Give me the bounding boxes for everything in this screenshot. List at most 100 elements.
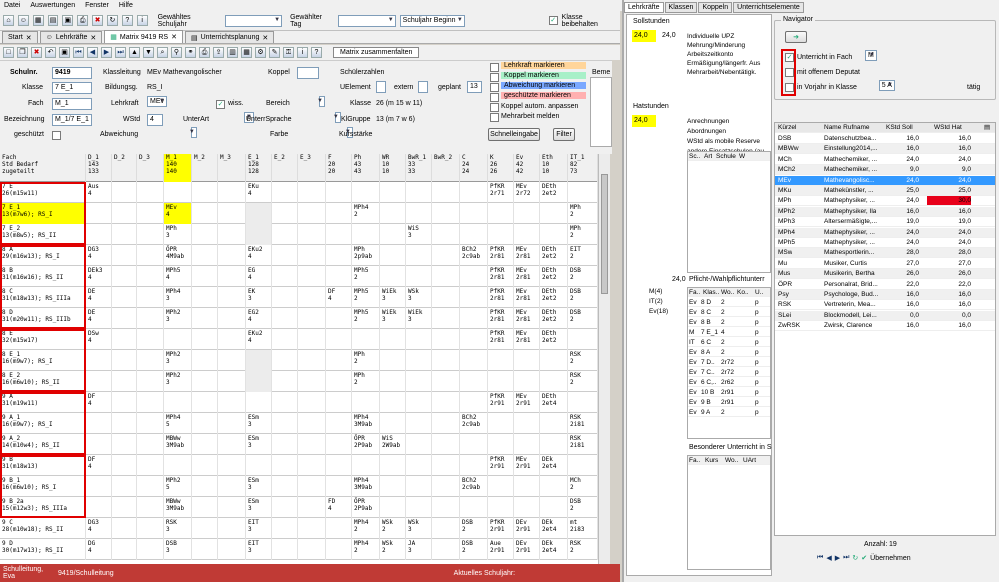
matrix-cell[interactable] [514,497,540,518]
table-row[interactable]: Ev 8 B 2 p [688,318,770,327]
matrix-cell[interactable] [218,413,246,434]
save-icon[interactable]: ▣ [62,15,74,26]
matrix-cell[interactable]: MPh 3 [164,224,192,245]
row-header[interactable]: 8 E_1 16(m9w7); RS_I [0,350,86,371]
matrix-cell[interactable] [568,455,598,476]
teacher-row[interactable]: RSK Vertreterin, Mea... 16,0 16,0 [775,300,995,311]
matrix-cell[interactable] [460,392,488,413]
matrix-cell[interactable] [192,476,218,497]
matrix-cell[interactable] [326,308,352,329]
matrix-cell[interactable]: RSK 2 [568,539,598,560]
matrix-cell[interactable] [432,245,460,266]
teacher-row[interactable]: Mu Musiker, Curtis 27,0 27,0 [775,259,995,269]
matrix-cell[interactable]: ESm 3 [246,476,272,497]
matrix-cell[interactable] [380,497,406,518]
matrix-cell[interactable] [460,287,488,308]
matrix-cell[interactable]: DE 4 [86,287,112,308]
row-header[interactable]: 8 C 31(m18w13); RS_IIIa [0,287,86,308]
column-chooser-icon[interactable]: ▤ [983,123,990,132]
matrix-cell[interactable] [137,182,164,203]
table-row[interactable]: Ev 7 D.. 2r72 p [688,358,770,367]
matrix-cell[interactable]: MPh2 3 [164,371,192,392]
matrix-cell[interactable] [380,413,406,434]
info-icon[interactable]: i [297,47,308,58]
matrix-cell[interactable] [218,476,246,497]
matrix-cell[interactable] [137,203,164,224]
lehrkraft-combo[interactable]: MEv [147,96,167,107]
accept-icon[interactable]: ✔ [861,554,867,562]
matrix-cell[interactable] [192,245,218,266]
matrix-cell[interactable]: MPh2 3 [164,350,192,371]
matrix-cell[interactable] [460,182,488,203]
help-icon[interactable]: ? [311,47,322,58]
teacher-row[interactable]: ZwRSK Zwirsk, Clarence 16,0 16,0 [775,321,995,332]
matrix-cell[interactable] [540,203,568,224]
column-header[interactable]: E_1 128 128 [246,154,272,182]
matrix-cell[interactable] [352,329,380,350]
matrix-cell[interactable] [137,350,164,371]
matrix-cell[interactable]: DF 4 [86,392,112,413]
teacher-row[interactable]: ÖPR Personalrat, Brid... 22,0 22,0 [775,280,995,290]
matrix-cell[interactable]: MPh4 5 [164,413,192,434]
matrix-cell[interactable] [218,266,246,287]
lehrkraft-markieren-checkbox[interactable] [490,63,499,72]
extern-field[interactable] [418,81,428,93]
matrix-cell[interactable] [298,497,326,518]
matrix-cell[interactable] [218,539,246,560]
matrix-cell[interactable] [192,518,218,539]
matrix-cell[interactable] [272,497,298,518]
matrix-cell[interactable]: MEv 2r81 [514,329,540,350]
close-icon[interactable]: ✕ [90,34,96,42]
col-header[interactable]: Name Rufname [823,123,870,132]
matrix-cell[interactable]: BCh2 2c9ab [460,245,488,266]
down-icon[interactable]: ▼ [143,47,154,58]
matrix-cell[interactable]: DE 4 [86,308,112,329]
teacher-row[interactable]: MPh2 Mathephysiker, Ila 16,0 16,0 [775,206,995,217]
matrix-cell[interactable] [432,497,460,518]
matrix-cell[interactable] [488,350,514,371]
matrix-cell[interactable]: DF 4 [326,287,352,308]
matrix-cell[interactable] [86,371,112,392]
matrix-cell[interactable]: ESm 3 [246,413,272,434]
matrix-cell[interactable] [380,350,406,371]
fach-field[interactable]: M_1 [52,98,92,110]
matrix-cell[interactable] [112,245,137,266]
matrix-cell[interactable] [298,434,326,455]
col-header[interactable]: KStd Soll [885,123,913,132]
matrix-cell[interactable]: MEv 2r81 [514,308,540,329]
matrix-cell[interactable]: MBWw 3M9ab [164,434,192,455]
column-header[interactable]: E_2 [272,154,298,182]
home-icon[interactable]: ⌂ [3,15,14,26]
matrix-cell[interactable] [112,497,137,518]
uelement-field[interactable] [376,81,386,93]
matrix-cell[interactable]: MPh 2 [352,371,380,392]
matrix-cell[interactable] [272,371,298,392]
column-header[interactable]: M_3 [218,154,246,182]
matrix-cell[interactable] [326,539,352,560]
matrix-cell[interactable]: DEv 2r91 [514,539,540,560]
teacher-row[interactable]: SLei Blockmodell, Lei... 0,0 0,0 [775,310,995,321]
matrix-cell[interactable]: DEth 2et2 [540,182,568,203]
matrix-cell[interactable]: MEv 2r72 [514,182,540,203]
matrix-cell[interactable] [164,455,192,476]
last-icon[interactable]: ⏭ [843,554,849,562]
teacher-row[interactable]: MPh4 Mathephysiker, ... 24,0 24,0 [775,227,995,238]
matrix-cell[interactable] [568,182,598,203]
matrix-cell[interactable]: RSK 2i81 [568,434,598,455]
column-header[interactable]: C 24 24 [460,154,488,182]
matrix-cell[interactable] [112,455,137,476]
abweichung-markieren-checkbox[interactable] [490,83,499,92]
matrix-cell[interactable]: EKu2 4 [246,245,272,266]
matrix-cell[interactable]: MPh4 3M9ab [352,476,380,497]
matrix-cell[interactable] [380,371,406,392]
table-row[interactable]: Ev 9 A 2 p [688,408,770,417]
matrix-cell[interactable] [86,476,112,497]
matrix-cell[interactable] [218,224,246,245]
save-icon[interactable]: ▣ [59,47,70,58]
matrix-cell[interactable] [298,224,326,245]
matrix-cell[interactable] [488,434,514,455]
wstd-field[interactable]: 4 [147,114,163,126]
matrix-cell[interactable] [112,518,137,539]
link-icon[interactable]: ⚭ [185,47,196,58]
column-header[interactable]: WR 10 10 [380,154,406,182]
